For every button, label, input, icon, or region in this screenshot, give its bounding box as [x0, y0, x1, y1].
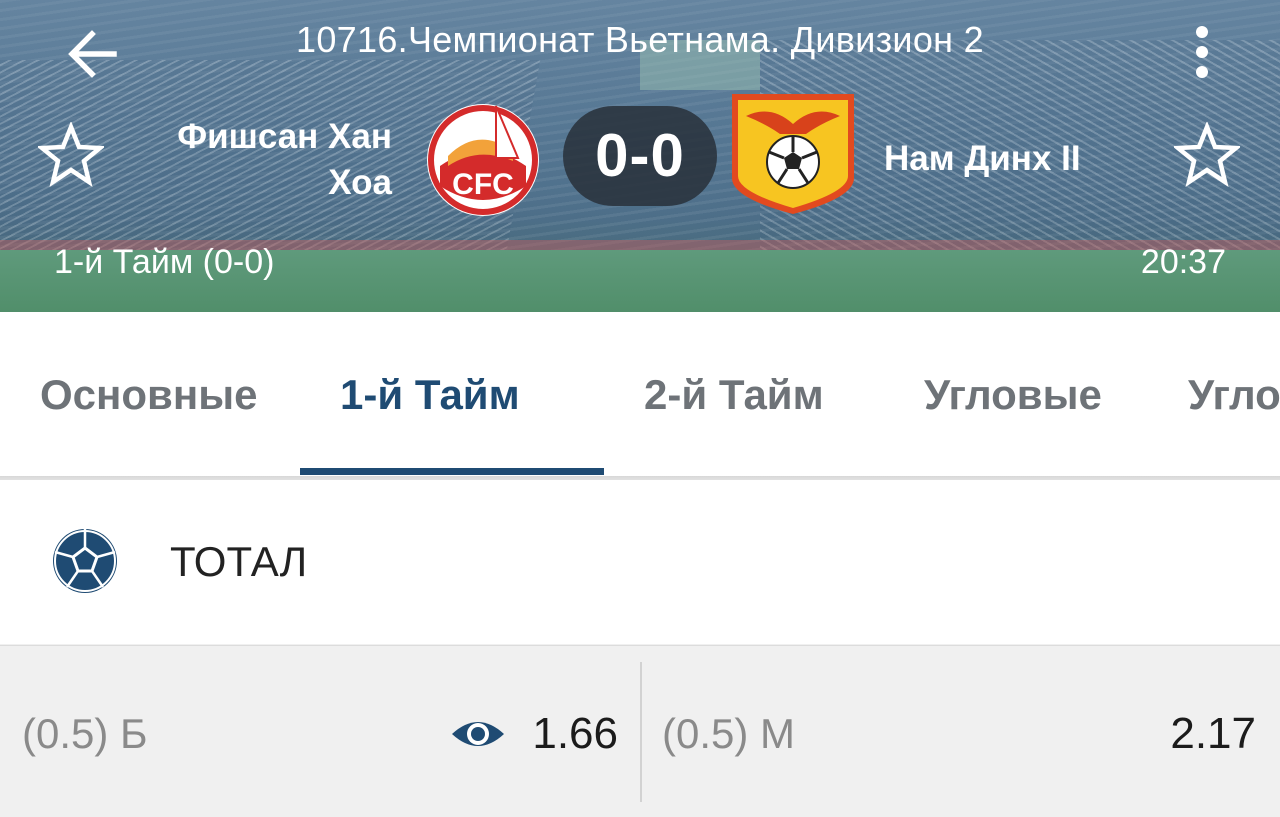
- favorite-home-button[interactable]: [36, 120, 106, 190]
- eye-icon[interactable]: [450, 716, 506, 752]
- tab-corners[interactable]: Угловые: [924, 312, 1102, 476]
- match-clock: 20:37: [1140, 243, 1226, 281]
- back-button[interactable]: [60, 22, 124, 86]
- club-crest-cfc-icon: CFC: [427, 104, 539, 216]
- active-tab-indicator: [300, 468, 604, 475]
- arrow-left-icon: [68, 30, 117, 78]
- club-crest-eagle-ball-icon: [732, 94, 854, 214]
- home-team-logo: CFC: [418, 96, 548, 218]
- more-menu-button[interactable]: [1180, 20, 1224, 84]
- away-team-name: Нам Динх II: [884, 139, 1081, 178]
- market-tabs: Основные 1-й Тайм 2-й Тайм Угловые Угло: [0, 312, 1280, 476]
- star-outline-icon: [38, 122, 104, 188]
- odd-under-button[interactable]: (0.5) М 2.17: [642, 646, 1280, 817]
- tab-corners-more[interactable]: Угло: [1188, 312, 1280, 476]
- match-score: 0-0: [563, 106, 717, 206]
- odd-over-button[interactable]: (0.5) Б 1.66: [0, 646, 640, 817]
- market-header[interactable]: ТОТАЛ: [0, 480, 1280, 644]
- market-title: ТОТАЛ: [170, 538, 308, 585]
- star-outline-icon: [1174, 122, 1240, 188]
- soccer-ball-icon: [53, 529, 117, 593]
- odd-over-value: 1.66: [532, 709, 618, 758]
- more-vertical-icon: [1196, 26, 1208, 78]
- tab-second-half[interactable]: 2-й Тайм: [644, 312, 824, 476]
- tab-first-half[interactable]: 1-й Тайм: [340, 312, 520, 476]
- odd-under-label: (0.5) М: [662, 710, 796, 757]
- away-team-logo: [726, 90, 860, 218]
- league-title: 10716.Чемпионат Вьетнама. Дивизион 2: [296, 19, 984, 60]
- match-header: 10716.Чемпионат Вьетнама. Дивизион 2 Фиш…: [0, 0, 1280, 312]
- odds-row: (0.5) Б 1.66 (0.5) М 2.17: [0, 645, 1280, 817]
- odd-over-label: (0.5) Б: [22, 710, 148, 757]
- home-logo-text: CFC: [452, 168, 514, 201]
- odd-under-value: 2.17: [1170, 709, 1256, 758]
- tab-main[interactable]: Основные: [40, 312, 257, 476]
- home-team-name: Фишсан Хан Хоа: [177, 117, 392, 202]
- match-period: 1-й Тайм (0-0): [54, 243, 275, 281]
- favorite-away-button[interactable]: [1172, 120, 1242, 190]
